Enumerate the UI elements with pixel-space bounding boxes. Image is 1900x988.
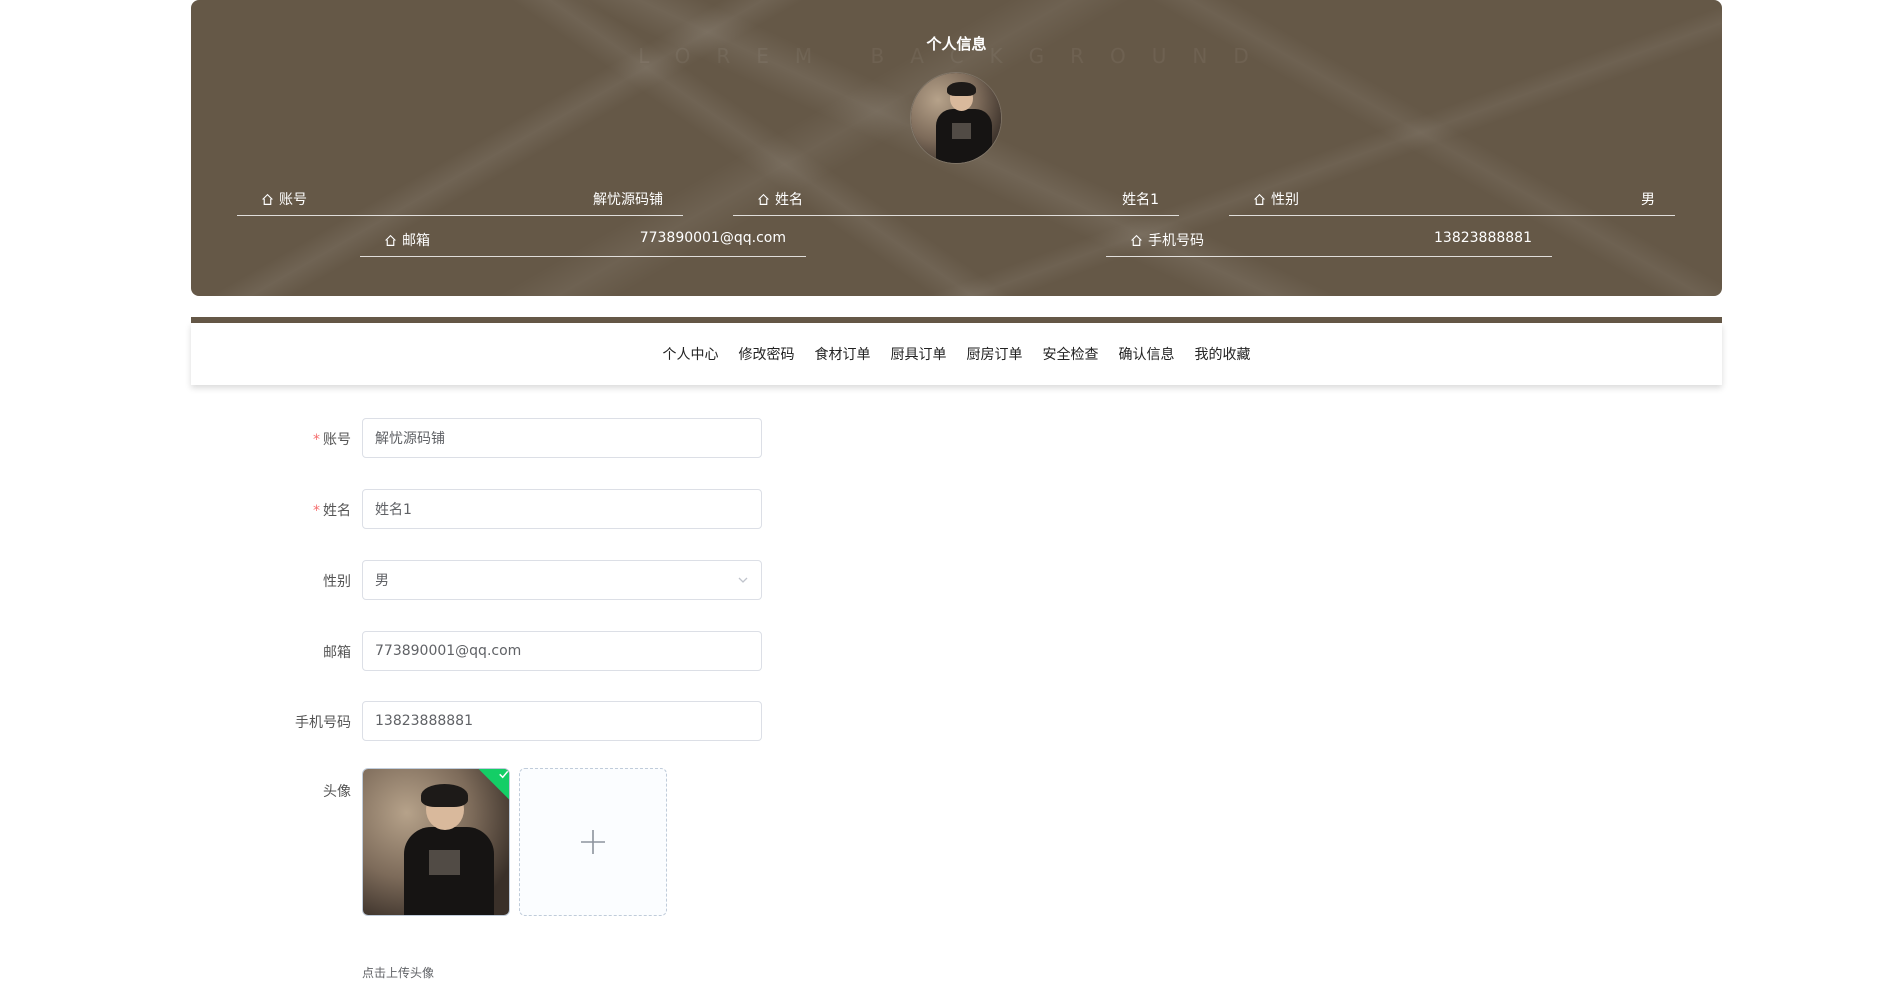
info-email: 邮箱 773890001@qq.com [360, 222, 806, 257]
gender-select-value: 男 [375, 573, 389, 589]
home-icon [1254, 193, 1265, 205]
profile-banner: LOREM BACKGROUND 个人信息 账号 解忧源码铺 姓名 姓名1 性别… [191, 0, 1722, 296]
nav-item-favorites[interactable]: 我的收藏 [1185, 344, 1261, 364]
email-input[interactable] [362, 631, 762, 671]
avatar [911, 73, 1001, 163]
phone-label: 手机号码 [295, 715, 351, 731]
info-email-value: 773890001@qq.com [639, 230, 786, 246]
home-icon [1131, 234, 1142, 246]
banner-title: 个人信息 [926, 35, 987, 53]
info-gender: 性别 男 [1229, 181, 1675, 216]
nav-item-safety-check[interactable]: 安全检查 [1033, 344, 1109, 364]
uploaded-avatar-thumbnail[interactable] [362, 768, 510, 916]
nav-item-ingredient-orders[interactable]: 食材订单 [805, 344, 881, 364]
info-name: 姓名 姓名1 [733, 181, 1179, 216]
gender-label: 性别 [323, 574, 351, 590]
account-label: * 账号 [313, 432, 351, 448]
phone-input[interactable] [362, 701, 762, 741]
email-label: 邮箱 [323, 645, 351, 661]
info-phone-value: 13823888881 [1434, 230, 1532, 246]
account-input[interactable] [362, 418, 762, 458]
uploaded-avatar-photo [363, 769, 509, 915]
plus-icon [581, 830, 605, 854]
avatar-photo [911, 73, 1001, 163]
info-gender-value: 男 [1641, 192, 1655, 208]
name-input[interactable] [362, 489, 762, 529]
form-row-name: * 姓名 [191, 489, 891, 529]
upload-add-button[interactable] [519, 768, 667, 916]
nav-item-utensil-orders[interactable]: 厨具订单 [881, 344, 957, 364]
name-label: * 姓名 [313, 503, 351, 519]
info-name-value: 姓名1 [1122, 192, 1159, 208]
info-gender-label: 性别 [1271, 192, 1299, 208]
info-name-label: 姓名 [775, 192, 803, 208]
gender-select[interactable]: 男 [362, 560, 762, 600]
info-account: 账号 解忧源码铺 [237, 181, 683, 216]
home-icon [385, 234, 396, 246]
chevron-down-icon [738, 577, 748, 583]
form-row-account: * 账号 [191, 418, 891, 458]
info-account-label: 账号 [279, 192, 307, 208]
form-row-phone: 手机号码 [191, 701, 891, 741]
nav-item-kitchen-orders[interactable]: 厨房订单 [957, 344, 1033, 364]
user-center-nav: 个人中心 修改密码 食材订单 厨具订单 厨房订单 安全检查 确认信息 我的收藏 [191, 323, 1722, 385]
info-email-label: 邮箱 [402, 233, 430, 249]
info-phone: 手机号码 13823888881 [1106, 222, 1552, 257]
home-icon [262, 193, 273, 205]
info-account-value: 解忧源码铺 [593, 192, 663, 208]
nav-item-profile[interactable]: 个人中心 [653, 344, 729, 364]
home-icon [758, 193, 769, 205]
form-row-email: 邮箱 [191, 631, 891, 671]
avatar-label: 头像 [323, 784, 351, 800]
nav-item-confirm-info[interactable]: 确认信息 [1109, 344, 1185, 364]
form-row-gender: 性别 男 [191, 560, 891, 600]
nav-item-change-password[interactable]: 修改密码 [729, 344, 805, 364]
check-icon [499, 770, 509, 779]
upload-tip: 点击上传头像 [362, 966, 435, 980]
info-phone-label: 手机号码 [1148, 233, 1204, 249]
